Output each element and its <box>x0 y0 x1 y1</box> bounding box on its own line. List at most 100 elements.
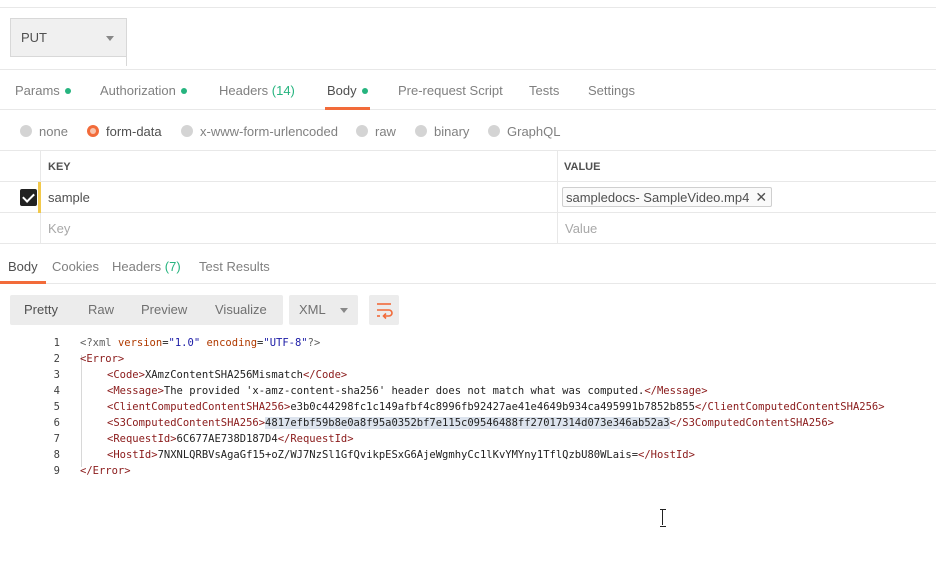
line-number: 4 <box>53 385 60 397</box>
radio-icon <box>356 125 368 137</box>
radio-raw[interactable]: raw <box>356 123 396 139</box>
table-row-new: Key Value <box>0 213 936 244</box>
radio-none[interactable]: none <box>20 123 68 139</box>
tab-headers[interactable]: Headers (14) <box>219 70 295 110</box>
tab-label: Pre-request Script <box>398 83 503 98</box>
tab-label: Params <box>15 83 60 98</box>
row-highlight-bar <box>38 182 41 213</box>
line-number: 8 <box>53 449 60 461</box>
radio-selected-icon <box>87 125 99 137</box>
code-line: <Error> <box>80 353 125 365</box>
table-header-row: KEY VALUE <box>0 151 936 182</box>
code-line: <?xml version="1.0" encoding="UTF-8"?> <box>80 337 321 349</box>
tab-authorization[interactable]: Authorization <box>100 70 187 110</box>
request-tabs: Params Authorization Headers (14) Body P… <box>0 70 936 110</box>
radio-form-data[interactable]: form-data <box>87 124 162 139</box>
text-cursor-icon <box>660 509 666 527</box>
divider <box>557 182 558 212</box>
divider <box>40 151 41 181</box>
chevron-down-icon <box>340 308 348 313</box>
status-dot-icon <box>64 88 71 94</box>
line-number: 7 <box>53 433 60 445</box>
table-row: sample sampledocs- SampleVideo.mp4 ✕ <box>0 182 936 213</box>
tab-label: Body <box>327 83 357 98</box>
radio-label: none <box>39 123 68 139</box>
key-input[interactable]: Key <box>48 221 70 236</box>
tab-label: Tests <box>529 83 560 98</box>
language-select[interactable]: XML <box>289 295 358 325</box>
tab-tests[interactable]: Tests <box>529 70 559 110</box>
file-chip[interactable]: sampledocs- SampleVideo.mp4 ✕ <box>562 187 773 207</box>
close-icon[interactable]: ✕ <box>755 189 767 206</box>
row-enabled-checkbox[interactable] <box>20 189 37 206</box>
tab-label: Headers <box>112 259 162 274</box>
tab-settings[interactable]: Settings <box>588 70 635 110</box>
line-number: 6 <box>53 417 60 429</box>
line-number: 2 <box>53 353 60 365</box>
tab-count: (7) <box>164 259 181 274</box>
tab-cookies[interactable]: Cookies <box>52 243 99 284</box>
radio-graphql[interactable]: GraphQL <box>488 123 561 139</box>
radio-binary[interactable]: binary <box>415 123 470 139</box>
chevron-down-icon <box>106 36 114 41</box>
tab-test-results[interactable]: Test Results <box>199 243 270 284</box>
divider <box>126 18 127 66</box>
tab-pre-request-script[interactable]: Pre-request Script <box>398 70 503 110</box>
tab-label: Headers <box>219 83 269 98</box>
key-column-header: KEY <box>48 161 71 173</box>
tab-body[interactable]: Body <box>325 70 370 110</box>
language-label: XML <box>299 302 326 317</box>
value-input[interactable]: Value <box>565 221 597 236</box>
tab-label: Cookies <box>52 259 99 274</box>
divider <box>40 213 41 243</box>
tab-response-body[interactable]: Body <box>0 243 46 284</box>
radio-icon <box>181 125 193 137</box>
xml-client-sha-value: e3b0c44298fc1c149afbf4c8996fb92427ae41e4… <box>290 401 695 413</box>
code-line: <Code>XAmzContentSHA256Mismatch</Code> <box>107 369 348 381</box>
radio-label: raw <box>375 123 396 139</box>
code-line: <S3ComputedContentSHA256>4817efbf59b8e0a… <box>107 417 834 429</box>
key-field[interactable]: sample <box>48 190 90 205</box>
tab-label: Body <box>8 259 38 274</box>
method-select[interactable]: PUT <box>10 18 126 57</box>
format-pretty[interactable]: Pretty <box>24 295 58 325</box>
tab-label: Settings <box>588 83 635 98</box>
radio-label: x-www-form-urlencoded <box>200 123 338 139</box>
line-number: 5 <box>53 401 60 413</box>
radio-x-www-form-urlencoded[interactable]: x-www-form-urlencoded <box>181 123 338 139</box>
divider <box>557 151 558 181</box>
wrap-lines-button[interactable] <box>369 295 399 325</box>
code-line: <HostId>7NXNLQRBVsAgaGf15+oZ/WJ7NzSl1GfQ… <box>107 449 695 461</box>
radio-label: GraphQL <box>507 123 561 139</box>
value-column-header: VALUE <box>564 161 601 173</box>
xml-code-value: XAmzContentSHA256Mismatch <box>144 369 303 381</box>
response-tabs: Body Cookies Headers (7) Test Results <box>0 243 936 284</box>
xml-host-id-value: 7NXNLQRBVsAgaGf15+oZ/WJ7NzSl1GfQvikpESxG… <box>157 449 639 461</box>
format-visualize[interactable]: Visualize <box>215 295 267 325</box>
code-line: <ClientComputedContentSHA256>e3b0c44298f… <box>107 401 885 413</box>
radio-icon <box>415 125 427 137</box>
tab-response-headers[interactable]: Headers (7) <box>112 243 181 284</box>
xml-message-value: The provided 'x-amz-content-sha256' head… <box>163 385 645 397</box>
wrap-lines-icon <box>377 303 393 320</box>
radio-label: binary <box>434 123 470 139</box>
radio-icon <box>20 125 32 137</box>
response-code-view[interactable]: 1 2 3 4 5 6 7 8 9 <?xml version="1.0" en… <box>0 335 936 485</box>
format-switcher: Pretty Raw Preview Visualize <box>10 295 283 325</box>
body-type-options: none form-data x-www-form-urlencoded raw… <box>0 111 936 151</box>
code-line: <RequestId>6C677AE738D187D4</RequestId> <box>107 433 354 445</box>
tab-label: Test Results <box>199 259 270 274</box>
xml-s3-sha-value: 4817efbf59b8e0a8f95a0352bf7e115c09546488… <box>265 417 670 429</box>
top-strip <box>0 0 936 8</box>
indent-guide <box>81 355 82 467</box>
response-toolbar: Pretty Raw Preview Visualize XML <box>10 295 399 325</box>
format-preview[interactable]: Preview <box>141 295 187 325</box>
line-number: 3 <box>53 369 60 381</box>
file-name: sampledocs- SampleVideo.mp4 <box>566 189 750 205</box>
status-dot-icon <box>180 88 187 94</box>
xml-request-id-value: 6C677AE738D187D4 <box>176 433 278 445</box>
format-raw[interactable]: Raw <box>88 295 114 325</box>
method-label: PUT <box>21 30 47 45</box>
divider <box>557 213 558 243</box>
tab-params[interactable]: Params <box>15 70 71 110</box>
